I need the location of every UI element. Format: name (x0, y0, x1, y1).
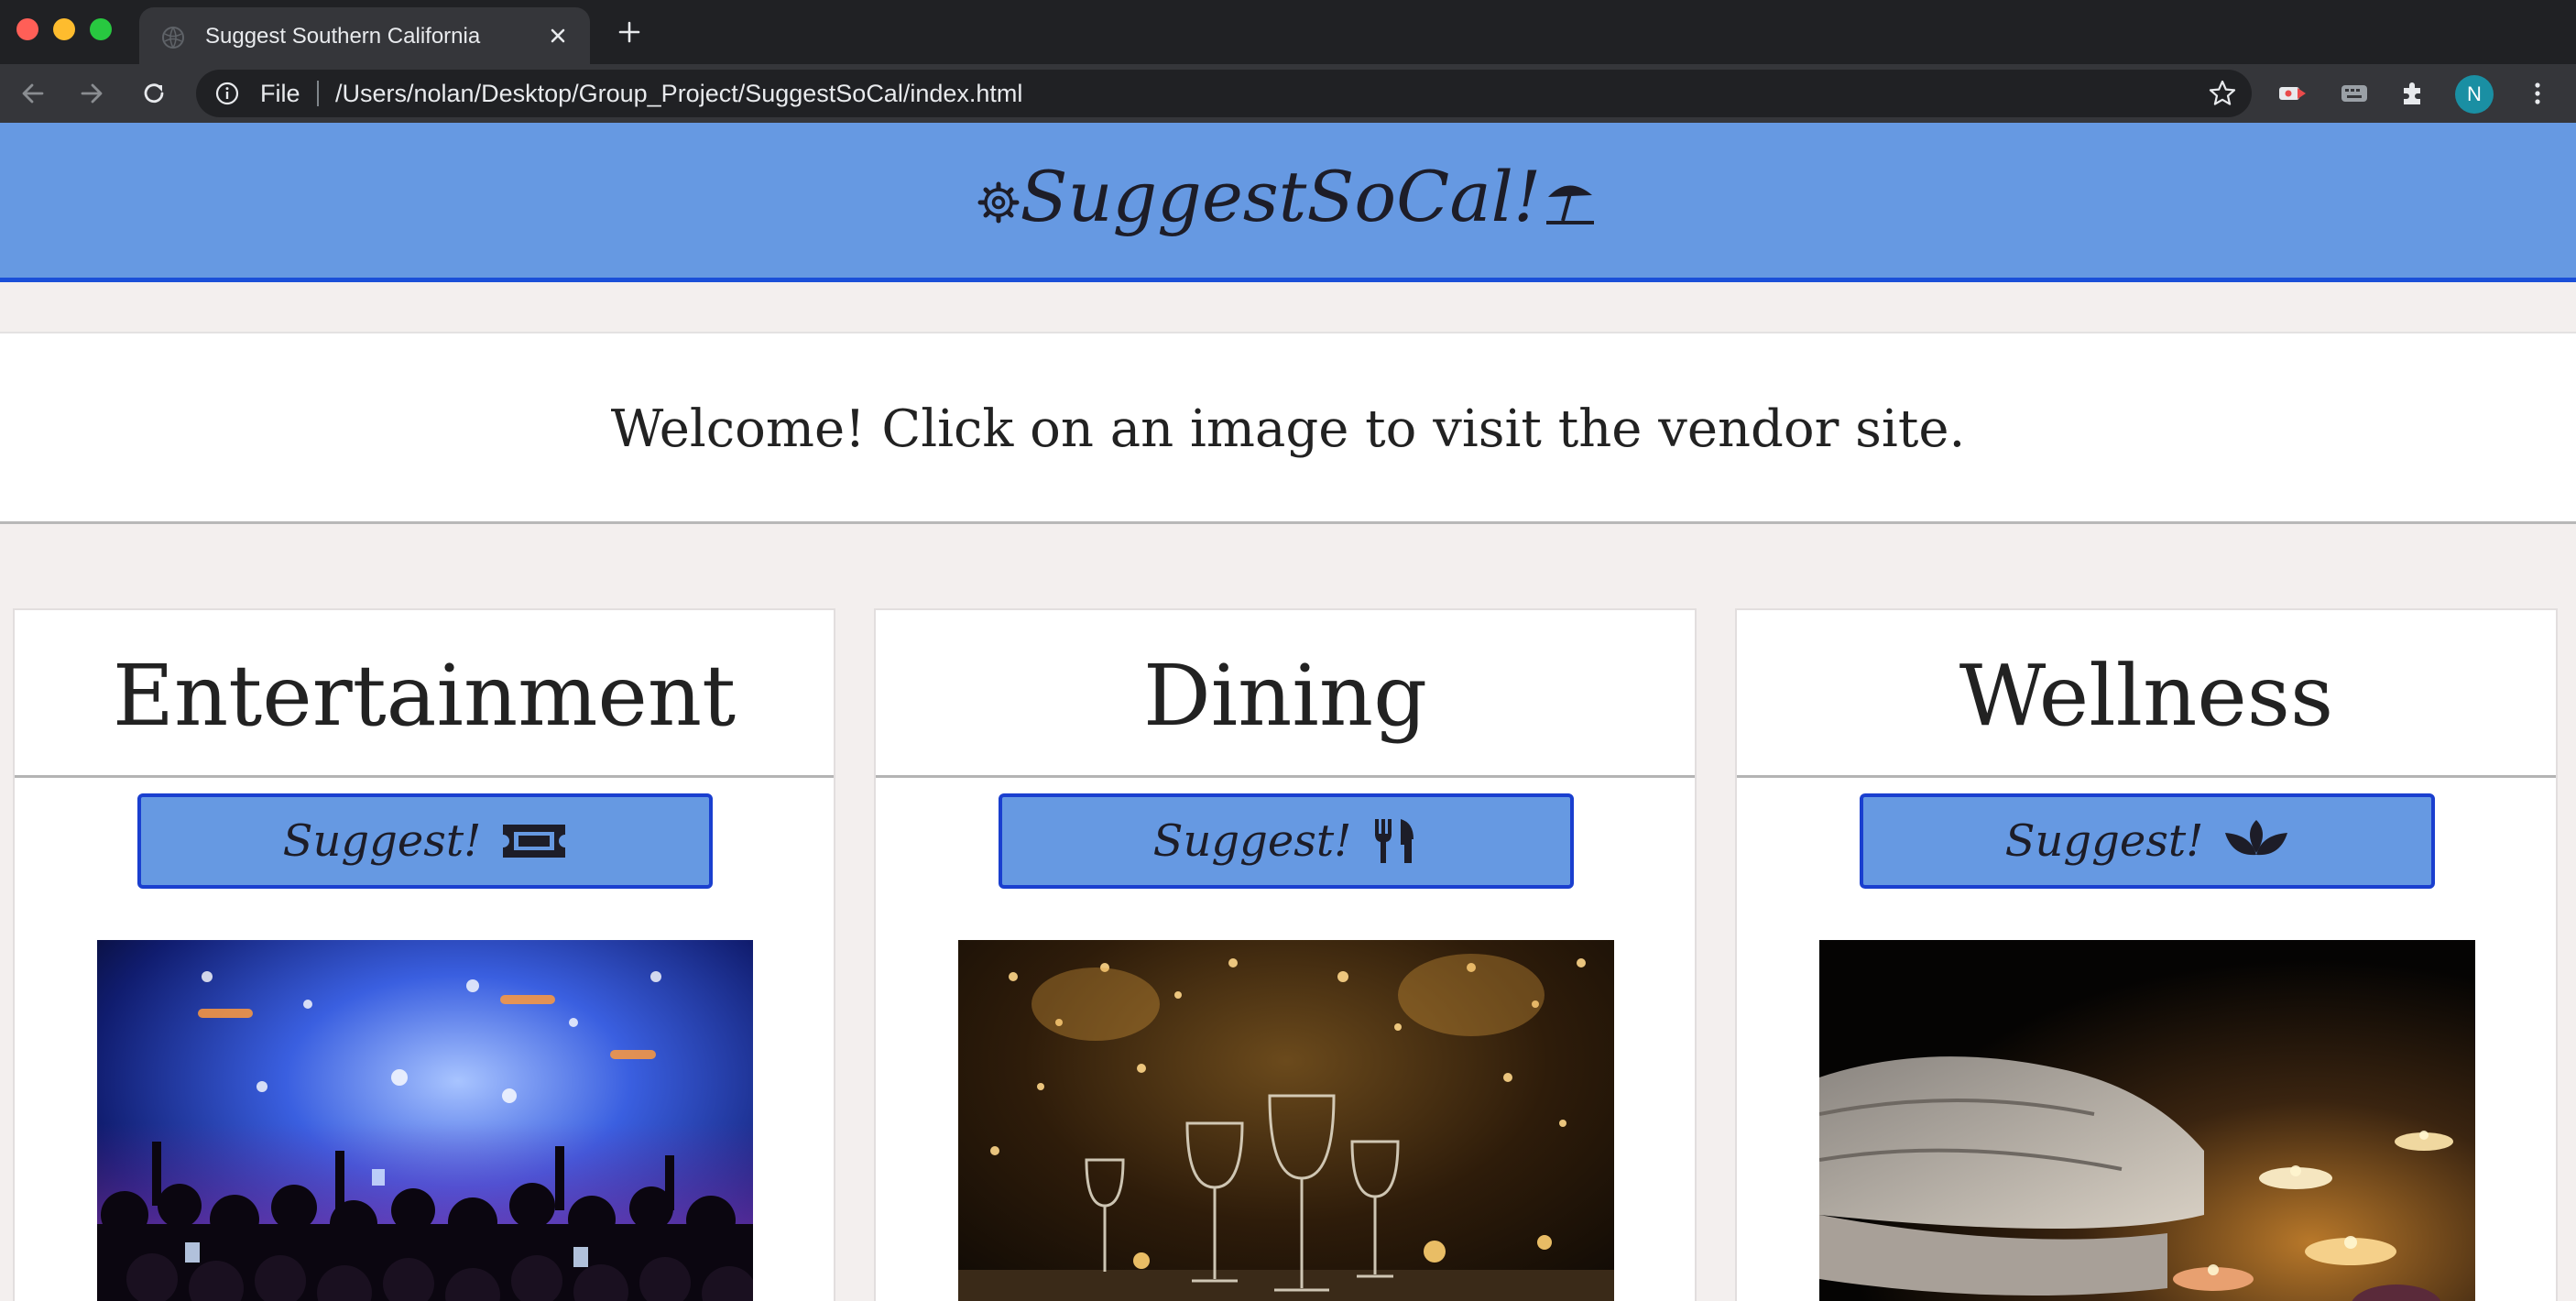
globe-icon (162, 27, 184, 49)
close-tab-icon[interactable] (542, 20, 573, 51)
extensions-puzzle-icon[interactable] (2396, 77, 2429, 110)
spa-candles-photo[interactable] (1819, 940, 2475, 1301)
site-header: SuggestSoCal! (0, 123, 2576, 282)
suggest-button-label: Suggest! (2004, 815, 2204, 867)
suggest-button-label: Suggest! (1152, 815, 1352, 867)
ticket-icon (503, 825, 566, 858)
card-wellness: Wellness Suggest! (1735, 608, 2558, 1301)
card-dining: Dining Suggest! (874, 608, 1697, 1301)
address-divider (317, 81, 319, 106)
info-icon[interactable] (214, 81, 240, 106)
maximize-window-button[interactable] (90, 18, 112, 40)
concert-crowd-photo[interactable] (97, 940, 753, 1301)
site-logo[interactable]: SuggestSoCal! (0, 156, 2576, 237)
card-divider (15, 775, 834, 778)
profile-avatar[interactable]: N (2455, 75, 2494, 114)
screencast-extension-icon[interactable] (2276, 77, 2309, 110)
beach-umbrella-icon (1546, 185, 1595, 224)
card-title: Wellness (1959, 647, 2334, 745)
welcome-message: Welcome! Click on an image to visit the … (610, 399, 1966, 459)
browser-menu-icon[interactable] (2521, 77, 2554, 110)
card-divider (876, 775, 1695, 778)
restaurant-table-photo[interactable] (958, 940, 1614, 1301)
close-window-button[interactable] (16, 18, 38, 40)
browser-tab-bar: Suggest Southern California (0, 0, 2576, 64)
minimize-window-button[interactable] (53, 18, 75, 40)
card-title: Entertainment (112, 647, 737, 745)
browser-tab[interactable]: Suggest Southern California (139, 7, 590, 64)
suggest-entertainment-button[interactable]: Suggest! (137, 793, 713, 889)
keyboard-extension-icon[interactable] (2338, 77, 2371, 110)
back-arrow-icon[interactable] (16, 77, 49, 110)
utensils-icon (1375, 819, 1414, 863)
suggest-button-label: Suggest! (282, 815, 482, 867)
tab-title: Suggest Southern California (205, 24, 481, 49)
suggest-dining-button[interactable]: Suggest! (999, 793, 1574, 889)
forward-arrow-icon[interactable] (75, 77, 108, 110)
site-title: SuggestSoCal! (1020, 156, 1542, 237)
card-divider (1737, 775, 2556, 778)
address-bar[interactable]: File /Users/nolan/Desktop/Group_Project/… (196, 70, 2252, 117)
page-content: SuggestSoCal! Welcome! Click on an image… (0, 123, 2576, 1301)
card-title: Dining (1142, 647, 1427, 745)
new-tab-plus-icon[interactable] (614, 16, 645, 48)
url-scheme-label: File (260, 80, 300, 107)
browser-toolbar: File /Users/nolan/Desktop/Group_Project/… (0, 64, 2576, 123)
suggest-wellness-button[interactable]: Suggest! (1860, 793, 2435, 889)
spa-lotus-icon (2225, 820, 2288, 856)
gear-icon (977, 181, 1020, 224)
url-text[interactable]: /Users/nolan/Desktop/Group_Project/Sugge… (335, 80, 1022, 108)
reload-icon[interactable] (137, 77, 170, 110)
bookmark-star-icon[interactable] (2206, 77, 2239, 110)
card-entertainment: Entertainment Suggest! (13, 608, 835, 1301)
welcome-banner: Welcome! Click on an image to visit the … (0, 332, 2576, 524)
